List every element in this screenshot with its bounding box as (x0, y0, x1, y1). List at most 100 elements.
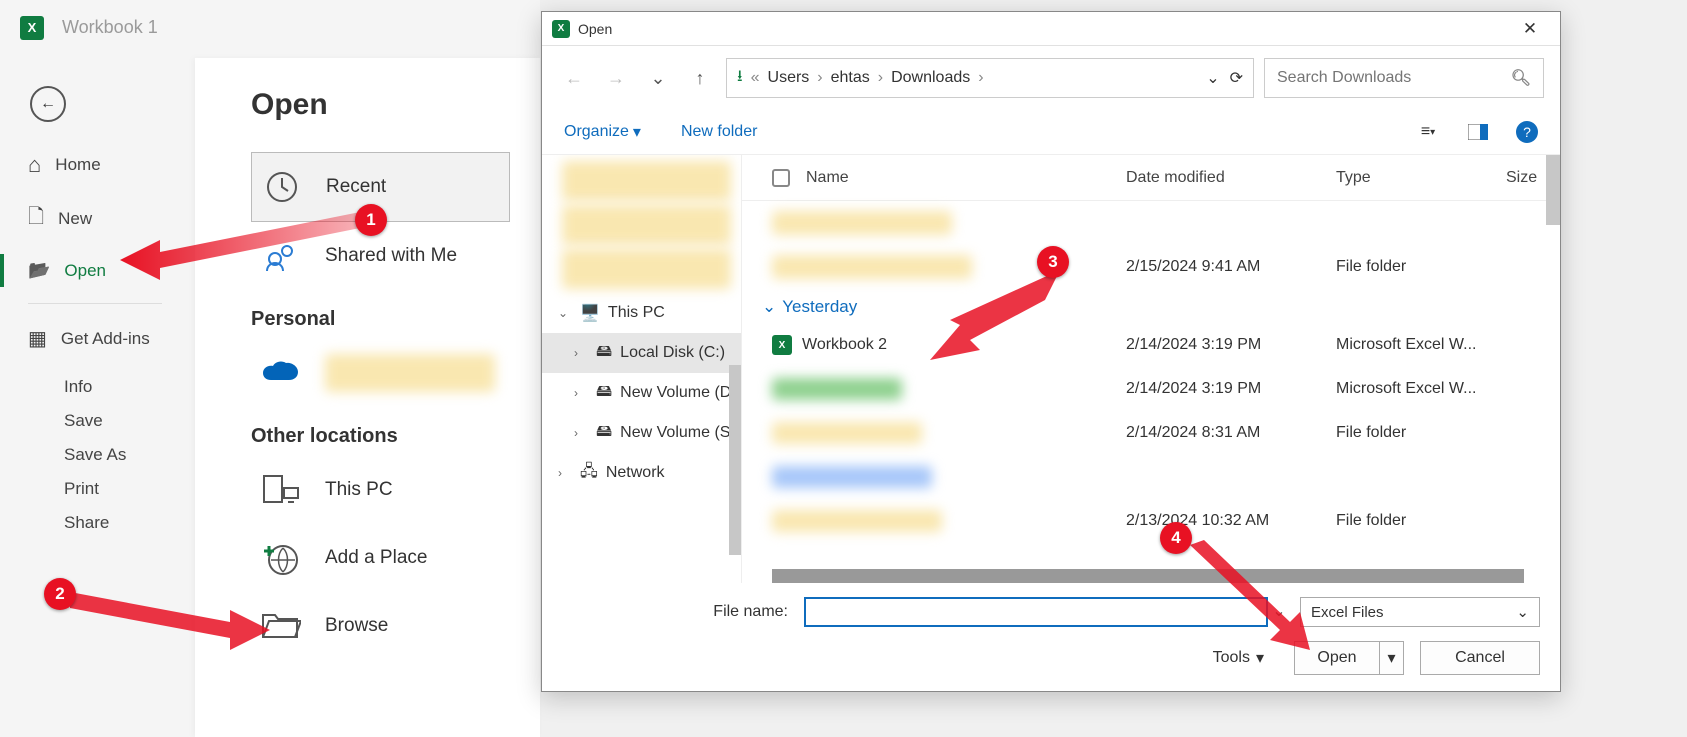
search-icon[interactable]: 🔍︎ (1511, 68, 1531, 88)
filter-label: Excel Files (1311, 604, 1384, 621)
organize-label: Organize (564, 123, 629, 141)
annotation-arrow-1 (120, 190, 380, 280)
file-row-blurred[interactable] (742, 201, 1560, 245)
filename-label: File name: (562, 603, 794, 621)
group-yesterday-label: Yesterday (782, 297, 857, 317)
search-box[interactable]: 🔍︎ (1264, 58, 1544, 98)
tree-volume-d[interactable]: ›🖴New Volume (D (542, 373, 741, 413)
address-dropdown-icon[interactable]: ⌄ (1206, 68, 1219, 88)
file-name: Workbook 2 (802, 336, 887, 354)
tree-volume-s-label: New Volume (S (620, 424, 730, 442)
annotation-arrow-3 (930, 270, 1080, 370)
annotation-marker-2: 2 (44, 578, 76, 610)
file-list-header: Name Date modified Type Size (742, 155, 1560, 201)
address-bar[interactable]: ⭳ « Users › ehtas › Downloads › ⌄ ⟳ (726, 58, 1254, 98)
blurred-filename (772, 378, 902, 400)
open-this-pc[interactable]: This PC (251, 456, 510, 524)
chevron-down-icon: ⌄ (1516, 603, 1529, 621)
file-row[interactable]: 2/15/2024 9:41 AM File folder (742, 245, 1560, 289)
open-this-pc-label: This PC (325, 479, 393, 501)
tree-local-disk-label: Local Disk (C:) (620, 344, 725, 362)
file-row-workbook2[interactable]: XWorkbook 2 2/14/2024 3:19 PM Microsoft … (742, 323, 1560, 367)
other-locations-header: Other locations (251, 425, 510, 448)
tree-volume-d-label: New Volume (D (620, 384, 731, 402)
tree-network-label: Network (606, 464, 665, 482)
nav-back-button[interactable]: ← (558, 62, 590, 94)
file-row[interactable]: 2/14/2024 3:19 PM Microsoft Excel W... (742, 367, 1560, 411)
nav-home[interactable]: Home (0, 140, 190, 190)
cancel-button[interactable]: Cancel (1420, 641, 1540, 675)
tree-volume-s[interactable]: › 🖴 New Volume (S (542, 413, 741, 453)
file-row-blurred[interactable] (742, 455, 1560, 499)
open-onedrive[interactable] (251, 339, 510, 407)
horizontal-scrollbar[interactable] (772, 569, 1524, 583)
open-browse[interactable]: Browse (251, 592, 510, 660)
select-all-checkbox[interactable] (772, 169, 790, 187)
nav-print[interactable]: Print (0, 479, 190, 499)
expand-icon[interactable]: › (574, 426, 588, 440)
nav-recent-dropdown[interactable]: ⌄ (642, 62, 674, 94)
crumb-overflow[interactable]: « (751, 69, 760, 87)
crumb-users[interactable]: Users (768, 69, 810, 87)
file-type: Microsoft Excel W... (1336, 380, 1506, 398)
workbook-title: Workbook 1 (62, 17, 158, 38)
tree-local-disk[interactable]: ›🖴Local Disk (C:) (542, 333, 741, 373)
file-row[interactable]: 2/14/2024 8:31 AM File folder (742, 411, 1560, 455)
nav-save[interactable]: Save (0, 411, 190, 431)
onedrive-icon (261, 353, 301, 393)
expand-icon[interactable]: › (558, 466, 572, 480)
folder-tree[interactable]: ⌄🖥️This PC ›🖴Local Disk (C:) ›🖴New Volum… (542, 155, 742, 583)
pc-icon: 🖥️ (580, 303, 600, 323)
new-folder-button[interactable]: New folder (681, 123, 757, 141)
blurred-filename (772, 211, 952, 235)
expand-icon[interactable]: › (574, 346, 588, 360)
open-add-place-label: Add a Place (325, 547, 427, 569)
disk-icon: 🖴 (596, 420, 612, 447)
annotation-marker-3: 3 (1037, 246, 1069, 278)
nav-new-label: New (58, 209, 92, 229)
preview-pane-button[interactable] (1466, 120, 1490, 144)
nav-share[interactable]: Share (0, 513, 190, 533)
search-input[interactable] (1277, 69, 1487, 87)
tree-this-pc[interactable]: ⌄🖥️This PC (542, 293, 741, 333)
organize-menu[interactable]: Organize▾ (564, 122, 641, 142)
blurred-filename (772, 466, 932, 488)
col-name[interactable]: Name (806, 169, 1126, 187)
blurred-filename (772, 510, 942, 532)
vertical-scrollbar[interactable] (1546, 155, 1560, 225)
group-yesterday[interactable]: ⌄Yesterday (742, 289, 1560, 323)
tree-scrollbar[interactable] (729, 365, 741, 555)
open-dropdown[interactable]: ▾ (1379, 642, 1403, 674)
nav-save-as[interactable]: Save As (0, 445, 190, 465)
file-date: 2/14/2024 8:31 AM (1126, 424, 1336, 442)
new-icon (28, 202, 44, 236)
folder-open-icon (28, 260, 50, 281)
close-button[interactable]: ✕ (1510, 14, 1550, 44)
back-button[interactable]: ← (30, 86, 66, 122)
crumb-ehtas[interactable]: ehtas (831, 69, 870, 87)
refresh-button[interactable]: ⟳ (1230, 68, 1243, 88)
crumb-downloads[interactable]: Downloads (891, 69, 970, 87)
file-date: 2/13/2024 10:32 AM (1126, 512, 1336, 530)
nav-addins[interactable]: Get Add-ins (0, 314, 190, 363)
col-date[interactable]: Date modified (1126, 169, 1336, 187)
expand-icon[interactable]: › (574, 386, 588, 400)
back-arrow-icon: ← (40, 95, 56, 113)
file-type: Microsoft Excel W... (1336, 336, 1506, 354)
chevron-right-icon: › (978, 69, 983, 87)
nav-home-label: Home (55, 155, 100, 175)
file-type-filter[interactable]: Excel Files ⌄ (1300, 597, 1540, 627)
view-options-button[interactable]: ≡ ▾ (1416, 120, 1440, 144)
excel-app-icon: X (20, 16, 44, 40)
expand-icon[interactable]: ⌄ (558, 306, 572, 320)
col-type[interactable]: Type (1336, 169, 1506, 187)
help-button[interactable]: ? (1516, 121, 1538, 143)
file-row[interactable]: 2/13/2024 10:32 AM File folder (742, 499, 1560, 543)
tree-network[interactable]: ›🖧Network (542, 453, 741, 493)
nav-forward-button[interactable]: → (600, 62, 632, 94)
nav-info[interactable]: Info (0, 377, 190, 397)
file-date: 2/14/2024 3:19 PM (1126, 336, 1336, 354)
home-icon (28, 152, 41, 178)
nav-up-button[interactable]: ↑ (684, 62, 716, 94)
open-add-place[interactable]: Add a Place (251, 524, 510, 592)
